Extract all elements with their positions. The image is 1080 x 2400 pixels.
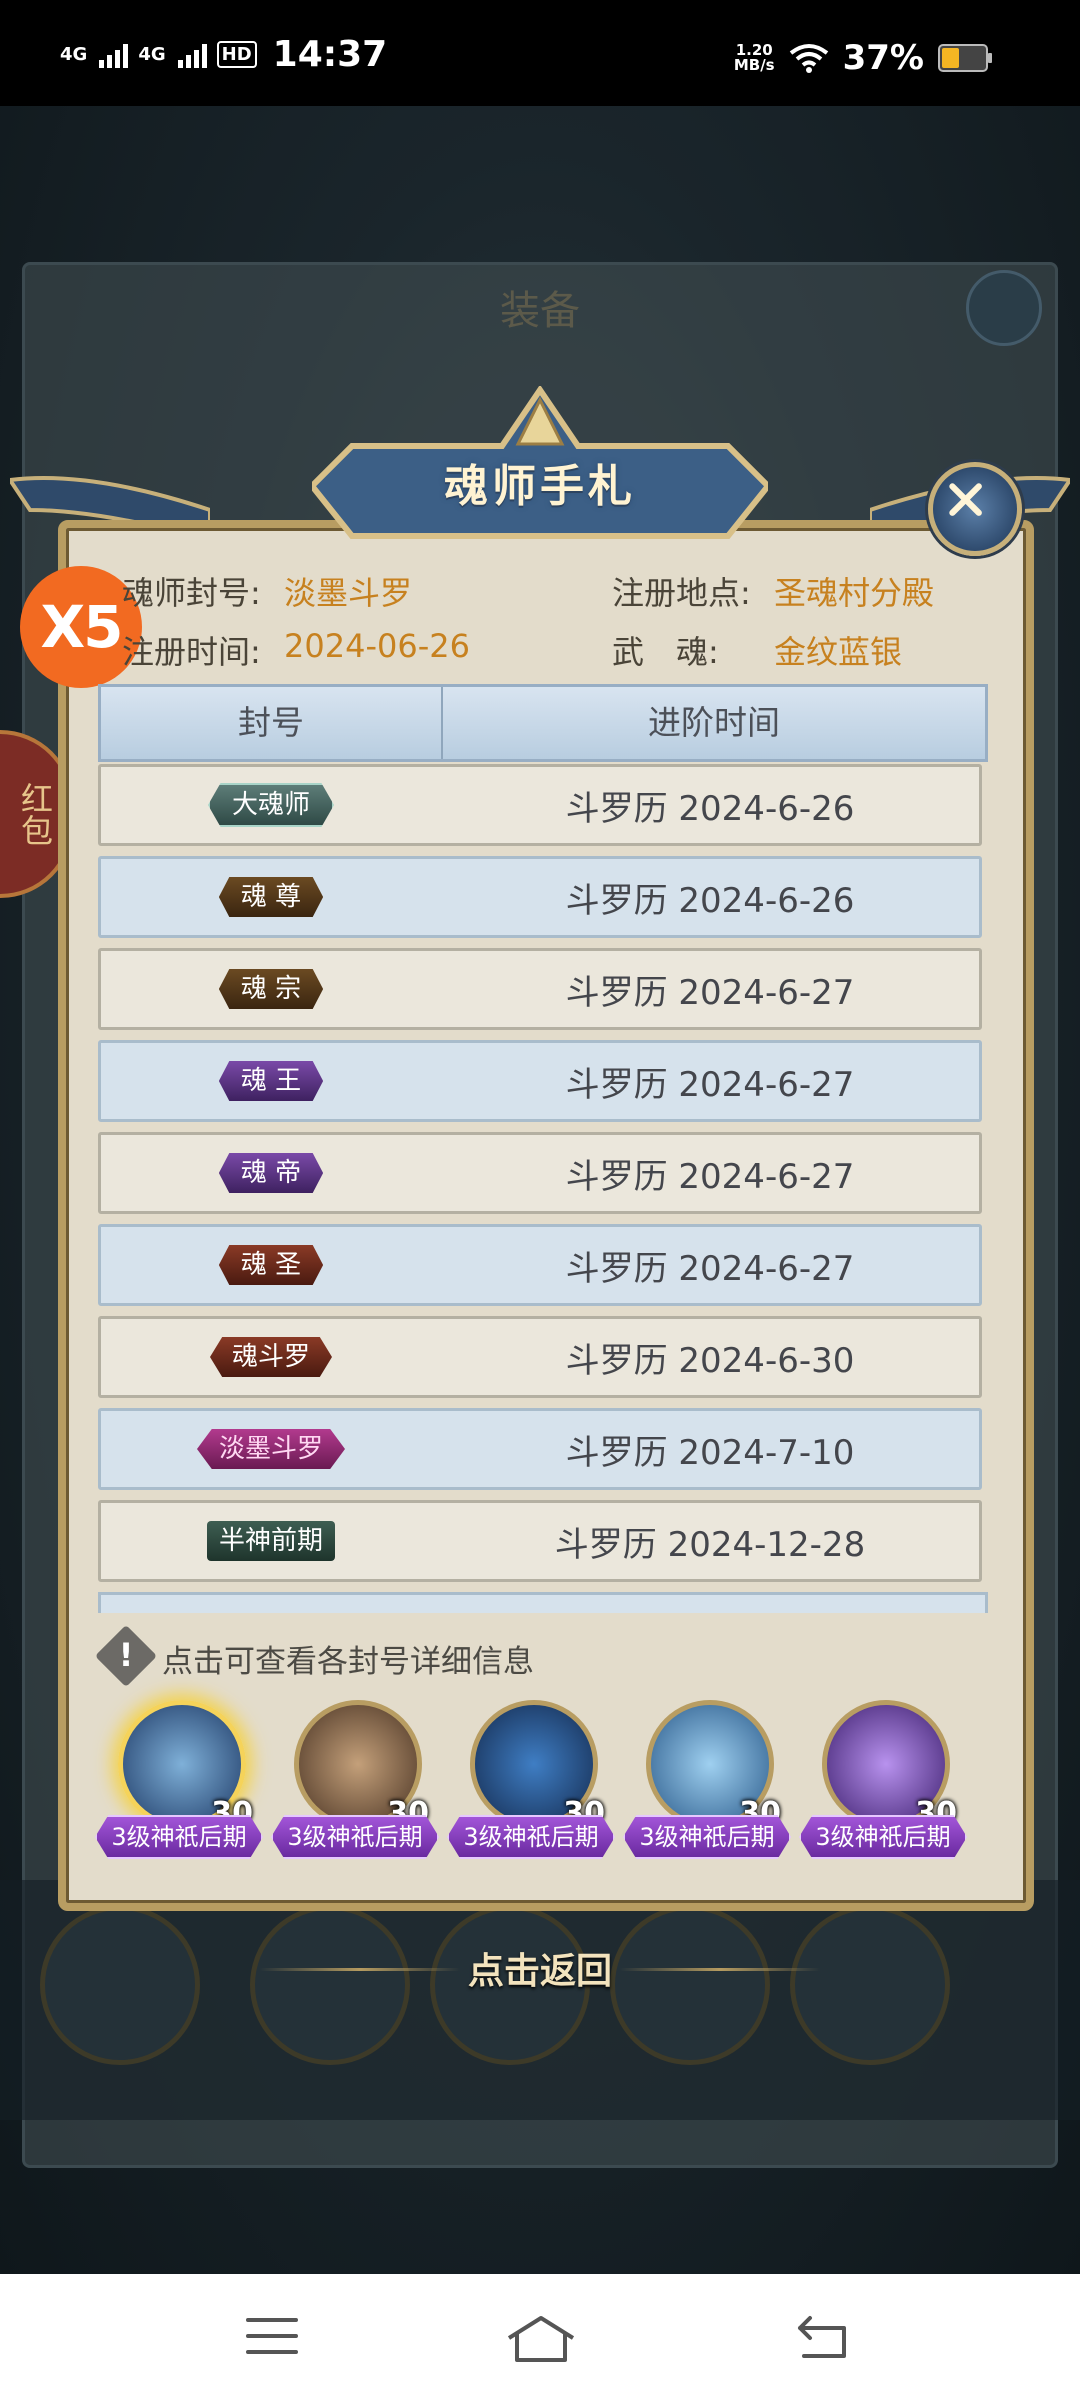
avatar-rank-tag: 3级神祇后期 bbox=[623, 1815, 791, 1859]
soul-value: 金纹蓝银 bbox=[774, 633, 903, 671]
signal-bars-icon bbox=[99, 42, 129, 68]
close-icon bbox=[949, 483, 982, 516]
hint-text: 点击可查看各封号详细信息 bbox=[162, 1644, 534, 1680]
table-row-partial bbox=[98, 1592, 988, 1613]
title-badge: 魂 宗 bbox=[218, 969, 324, 1009]
advance-date: 斗罗历 2024-7-10 bbox=[565, 1432, 855, 1473]
table-row[interactable]: 魂斗罗 斗罗历 2024-6-30 bbox=[98, 1316, 982, 1398]
table-row[interactable]: 淡墨斗罗 斗罗历 2024-7-10 bbox=[98, 1408, 982, 1490]
table-header: 封号 进阶时间 bbox=[98, 684, 988, 762]
table-row[interactable]: 半神前期 斗罗历 2024-12-28 bbox=[98, 1500, 982, 1582]
column-header-time: 进阶时间 bbox=[648, 703, 780, 742]
table-row[interactable]: 魂 尊 斗罗历 2024-6-26 bbox=[98, 856, 982, 938]
soul-ring-avatar[interactable]: 30 bbox=[822, 1700, 957, 1831]
table-row[interactable]: 魂 王 斗罗历 2024-6-27 bbox=[98, 1040, 982, 1122]
advance-date: 斗罗历 2024-6-27 bbox=[565, 972, 855, 1013]
column-header-title: 封号 bbox=[101, 687, 443, 759]
title-badge: 魂 帝 bbox=[218, 1153, 324, 1193]
title-badge: 淡墨斗罗 bbox=[196, 1429, 345, 1469]
soul-ring-avatar[interactable]: 30 bbox=[646, 1700, 781, 1831]
signal-4g-1: 4G bbox=[60, 43, 88, 65]
time-value: 2024-06-26 bbox=[284, 627, 470, 665]
advance-date: 斗罗历 2024-6-27 bbox=[565, 1156, 855, 1197]
advance-date: 斗罗历 2024-6-27 bbox=[565, 1064, 855, 1105]
advance-date: 斗罗历 2024-6-26 bbox=[565, 788, 855, 829]
wifi-icon bbox=[789, 44, 828, 73]
title-badge: 半神前期 bbox=[206, 1521, 335, 1561]
title-badge: 魂 王 bbox=[218, 1061, 324, 1101]
avatar-rank-tag: 3级神祇后期 bbox=[271, 1815, 439, 1859]
advance-date: 斗罗历 2024-12-28 bbox=[554, 1524, 866, 1565]
status-bar: 4G 4G HD 14:37 1.20 MB/s 37% bbox=[0, 0, 1080, 106]
avatar-rank-tag: 3级神祇后期 bbox=[95, 1815, 263, 1859]
soul-label: 武 魂: bbox=[612, 633, 719, 671]
signal-bars-icon-2 bbox=[177, 42, 207, 68]
table-row[interactable]: 大魂师 斗罗历 2024-6-26 bbox=[98, 764, 982, 846]
battery-icon bbox=[938, 44, 992, 72]
soul-ring-avatar[interactable]: 30 bbox=[294, 1700, 429, 1831]
table-row[interactable]: 魂 圣 斗罗历 2024-6-27 bbox=[98, 1224, 982, 1306]
avatar-rank-tag: 3级神祇后期 bbox=[447, 1815, 615, 1859]
clock: 14:37 bbox=[272, 34, 388, 75]
back-icon[interactable] bbox=[794, 2314, 850, 2360]
location-label: 注册地点: bbox=[612, 574, 751, 612]
table-row[interactable]: 魂 帝 斗罗历 2024-6-27 bbox=[98, 1132, 982, 1214]
avatar-rank-tag: 3级神祇后期 bbox=[799, 1815, 967, 1859]
title-badge: 大魂师 bbox=[207, 783, 334, 827]
time-label: 注册时间: bbox=[122, 633, 261, 671]
title-label: 魂师封号: bbox=[122, 574, 261, 612]
soul-ring-avatar[interactable]: 30 bbox=[118, 1700, 253, 1831]
advance-date: 斗罗历 2024-6-30 bbox=[565, 1340, 855, 1381]
table-row[interactable]: 魂 宗 斗罗历 2024-6-27 bbox=[98, 948, 982, 1030]
signal-4g-2: 4G bbox=[138, 43, 166, 65]
advance-date: 斗罗历 2024-6-27 bbox=[565, 1248, 855, 1289]
system-nav-bar bbox=[0, 2274, 1080, 2400]
advance-date: 斗罗历 2024-6-26 bbox=[565, 880, 855, 921]
title-badge: 魂 圣 bbox=[218, 1245, 324, 1285]
network-speed: 1.20 MB/s bbox=[733, 41, 775, 74]
battery-percent: 37% bbox=[842, 38, 924, 78]
title-badge: 魂 尊 bbox=[218, 877, 324, 917]
background-close-icon bbox=[966, 270, 1042, 346]
location-value: 圣魂村分殿 bbox=[774, 574, 935, 612]
background-panel-title: 装备 bbox=[500, 288, 580, 334]
dialog-title: 魂师手札 bbox=[444, 461, 636, 512]
menu-icon[interactable] bbox=[244, 2314, 300, 2358]
hd-icon: HD bbox=[216, 41, 257, 68]
soul-ring-avatar[interactable]: 30 bbox=[470, 1700, 605, 1831]
close-button[interactable] bbox=[928, 462, 1022, 556]
home-icon[interactable] bbox=[505, 2314, 577, 2364]
back-button[interactable]: 点击返回 bbox=[0, 1942, 1080, 1994]
title-badge: 魂斗罗 bbox=[209, 1337, 332, 1377]
exclamation-icon: ! bbox=[118, 1636, 134, 1674]
title-value: 淡墨斗罗 bbox=[284, 574, 413, 612]
